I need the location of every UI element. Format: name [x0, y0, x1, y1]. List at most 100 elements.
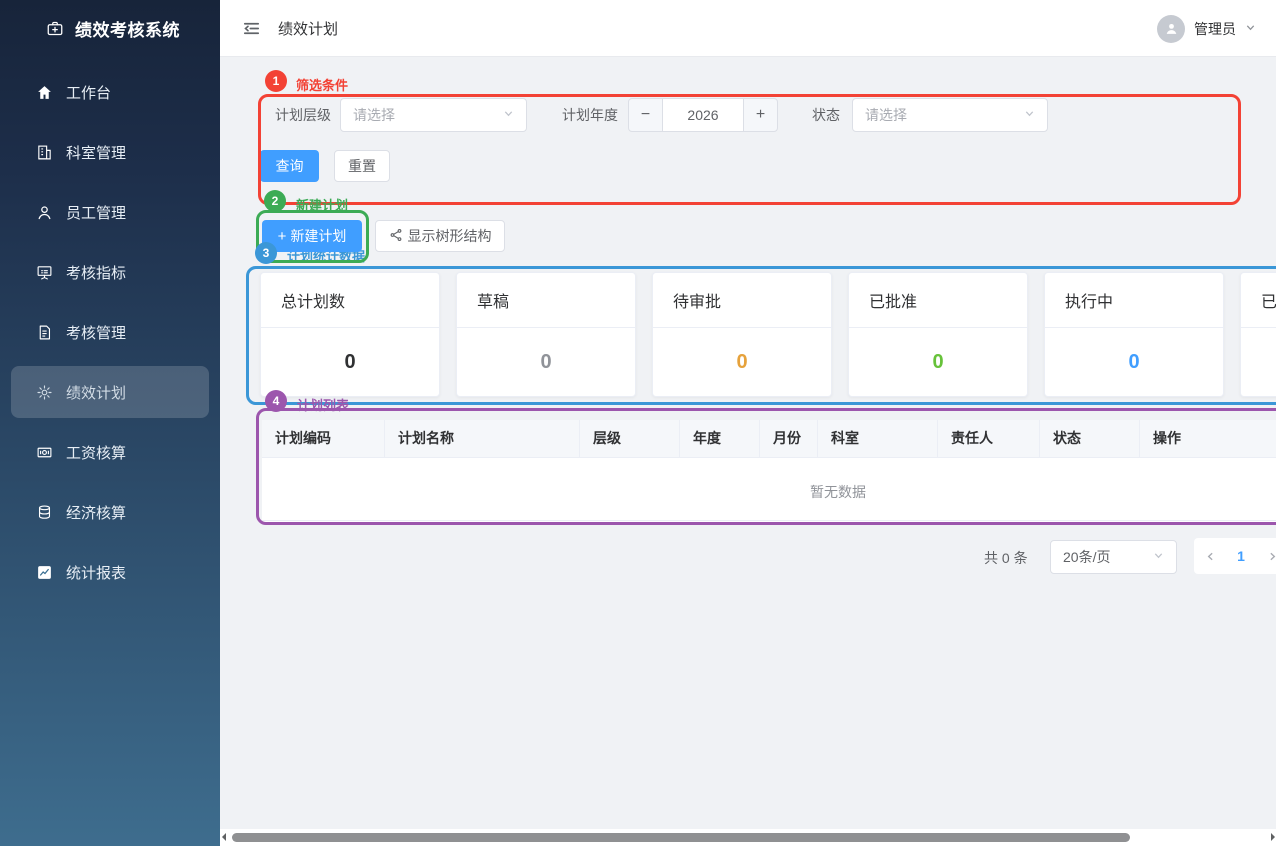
plan-year-stepper: − +	[628, 98, 778, 132]
sidebar-item-departments[interactable]: 科室管理	[0, 122, 220, 182]
home-icon	[35, 83, 53, 101]
scroll-right-arrow-icon[interactable]	[1271, 833, 1275, 841]
stat-card-label: 待审批	[653, 273, 831, 328]
page-size-value: 20条/页	[1063, 547, 1110, 567]
annotation-badge-1: 1	[265, 70, 287, 92]
pager: 1	[1194, 538, 1276, 574]
user-icon	[35, 203, 53, 221]
new-plan-button[interactable]: + 新建计划	[262, 220, 362, 252]
sidebar: 绩效考核系统 工作台 科室管理 员工管理 考核指标 考核管理 绩效计划	[0, 0, 220, 846]
stat-card-value: 0	[457, 328, 635, 396]
stat-card-pending: 待审批 0	[652, 272, 832, 397]
stat-card-value: 0	[849, 328, 1027, 396]
sidebar-item-label: 统计报表	[66, 562, 126, 583]
share-icon	[389, 228, 403, 245]
board-icon	[35, 263, 53, 281]
sidebar-item-payroll[interactable]: 工资核算	[0, 422, 220, 482]
column-header: 科室	[818, 420, 938, 457]
annotation-label-2: 新建计划	[296, 195, 348, 214]
sidebar-item-reports[interactable]: 统计报表	[0, 542, 220, 602]
sidebar-item-label: 考核管理	[66, 322, 126, 343]
sidebar-fold-icon[interactable]	[242, 19, 261, 38]
stat-card-executing: 执行中 0	[1044, 272, 1224, 397]
sidebar-item-label: 科室管理	[66, 142, 126, 163]
plan-year-label: 计划年度	[562, 98, 618, 132]
user-menu[interactable]: 管理员	[1157, 0, 1256, 57]
plan-year-input[interactable]	[662, 99, 744, 131]
page-size-select[interactable]: 20条/页	[1050, 540, 1177, 574]
decrease-button[interactable]: −	[629, 99, 662, 131]
sidebar-menu: 工作台 科室管理 员工管理 考核指标 考核管理 绩效计划 工资核算	[0, 57, 220, 602]
next-page-button[interactable]	[1256, 538, 1276, 574]
column-header: 计划名称	[385, 420, 580, 457]
status-select[interactable]: 请选择	[852, 98, 1048, 132]
user-name: 管理员	[1194, 19, 1236, 39]
chevron-down-icon	[1153, 548, 1164, 566]
plan-table: 计划编码 计划名称 层级 年度 月份 科室 责任人 状态 操作 暂无数据	[262, 420, 1276, 522]
medical-kit-icon	[46, 20, 64, 38]
stat-card-value: 0	[653, 328, 831, 396]
plan-level-select[interactable]: 请选择	[340, 98, 527, 132]
horizontal-scrollbar	[220, 829, 1276, 846]
app-logo: 绩效考核系统	[0, 0, 220, 57]
document-icon	[35, 323, 53, 341]
pagination-total: 共 0 条	[984, 548, 1028, 568]
sidebar-item-economics[interactable]: 经济核算	[0, 482, 220, 542]
column-header: 责任人	[938, 420, 1040, 457]
sidebar-item-label: 工作台	[66, 82, 111, 103]
sidebar-item-employees[interactable]: 员工管理	[0, 182, 220, 242]
database-icon	[35, 503, 53, 521]
plan-level-label: 计划层级	[275, 98, 331, 132]
table-body: 暂无数据	[262, 458, 1276, 521]
column-header: 月份	[760, 420, 818, 457]
stat-card-total: 总计划数 0	[260, 272, 440, 397]
stat-card-label: 已批准	[849, 273, 1027, 328]
new-plan-button-label: 新建计划	[290, 226, 346, 246]
sidebar-item-label: 考核指标	[66, 262, 126, 283]
column-header: 状态	[1040, 420, 1140, 457]
sidebar-item-assessments[interactable]: 考核管理	[0, 302, 220, 362]
plan-level-placeholder: 请选择	[353, 105, 395, 125]
stat-card-label: 已完成	[1241, 273, 1276, 328]
status-label: 状态	[812, 98, 840, 132]
reset-button[interactable]: 重置	[334, 150, 390, 182]
annotation-label-1: 筛选条件	[296, 75, 348, 94]
stat-card-draft: 草稿 0	[456, 272, 636, 397]
show-tree-button[interactable]: 显示树形结构	[375, 220, 505, 252]
stat-card-label: 执行中	[1045, 273, 1223, 328]
column-header: 年度	[680, 420, 760, 457]
stat-card-value: 0	[261, 328, 439, 396]
status-placeholder: 请选择	[865, 105, 907, 125]
table-header-row: 计划编码 计划名称 层级 年度 月份 科室 责任人 状态 操作	[262, 420, 1276, 458]
breadcrumb: 绩效计划	[278, 18, 338, 39]
cash-icon	[35, 443, 53, 461]
stat-card-value: 0	[1045, 328, 1223, 396]
chevron-down-icon	[1024, 106, 1035, 124]
show-tree-button-label: 显示树形结构	[408, 226, 492, 246]
search-button[interactable]: 查询	[260, 150, 319, 182]
column-header: 层级	[580, 420, 680, 457]
scroll-left-arrow-icon[interactable]	[222, 833, 226, 841]
increase-button[interactable]: +	[744, 99, 777, 131]
topbar: 绩效计划 管理员	[220, 0, 1276, 57]
page-number[interactable]: 1	[1226, 548, 1256, 564]
annotation-label-4: 计划列表	[297, 395, 349, 414]
gear-icon	[35, 383, 53, 401]
sidebar-item-indicators[interactable]: 考核指标	[0, 242, 220, 302]
sidebar-item-workbench[interactable]: 工作台	[0, 62, 220, 122]
sidebar-item-label: 员工管理	[66, 202, 126, 223]
sidebar-item-performance-plan[interactable]: 绩效计划	[0, 362, 220, 422]
column-header: 操作	[1140, 420, 1276, 457]
column-header: 计划编码	[262, 420, 385, 457]
annotation-badge-2: 2	[264, 190, 286, 212]
sidebar-item-label: 工资核算	[66, 442, 126, 463]
scrollbar-thumb[interactable]	[232, 833, 1130, 842]
chevron-down-icon	[1245, 20, 1256, 38]
chevron-down-icon	[503, 106, 514, 124]
chart-icon	[35, 563, 53, 581]
app-screen: 绩效考核系统 工作台 科室管理 员工管理 考核指标 考核管理 绩效计划	[0, 0, 1276, 846]
prev-page-button[interactable]	[1194, 538, 1226, 574]
empty-state-text: 暂无数据	[778, 482, 898, 502]
stat-card-label: 总计划数	[261, 273, 439, 328]
stat-card-label: 草稿	[457, 273, 635, 328]
